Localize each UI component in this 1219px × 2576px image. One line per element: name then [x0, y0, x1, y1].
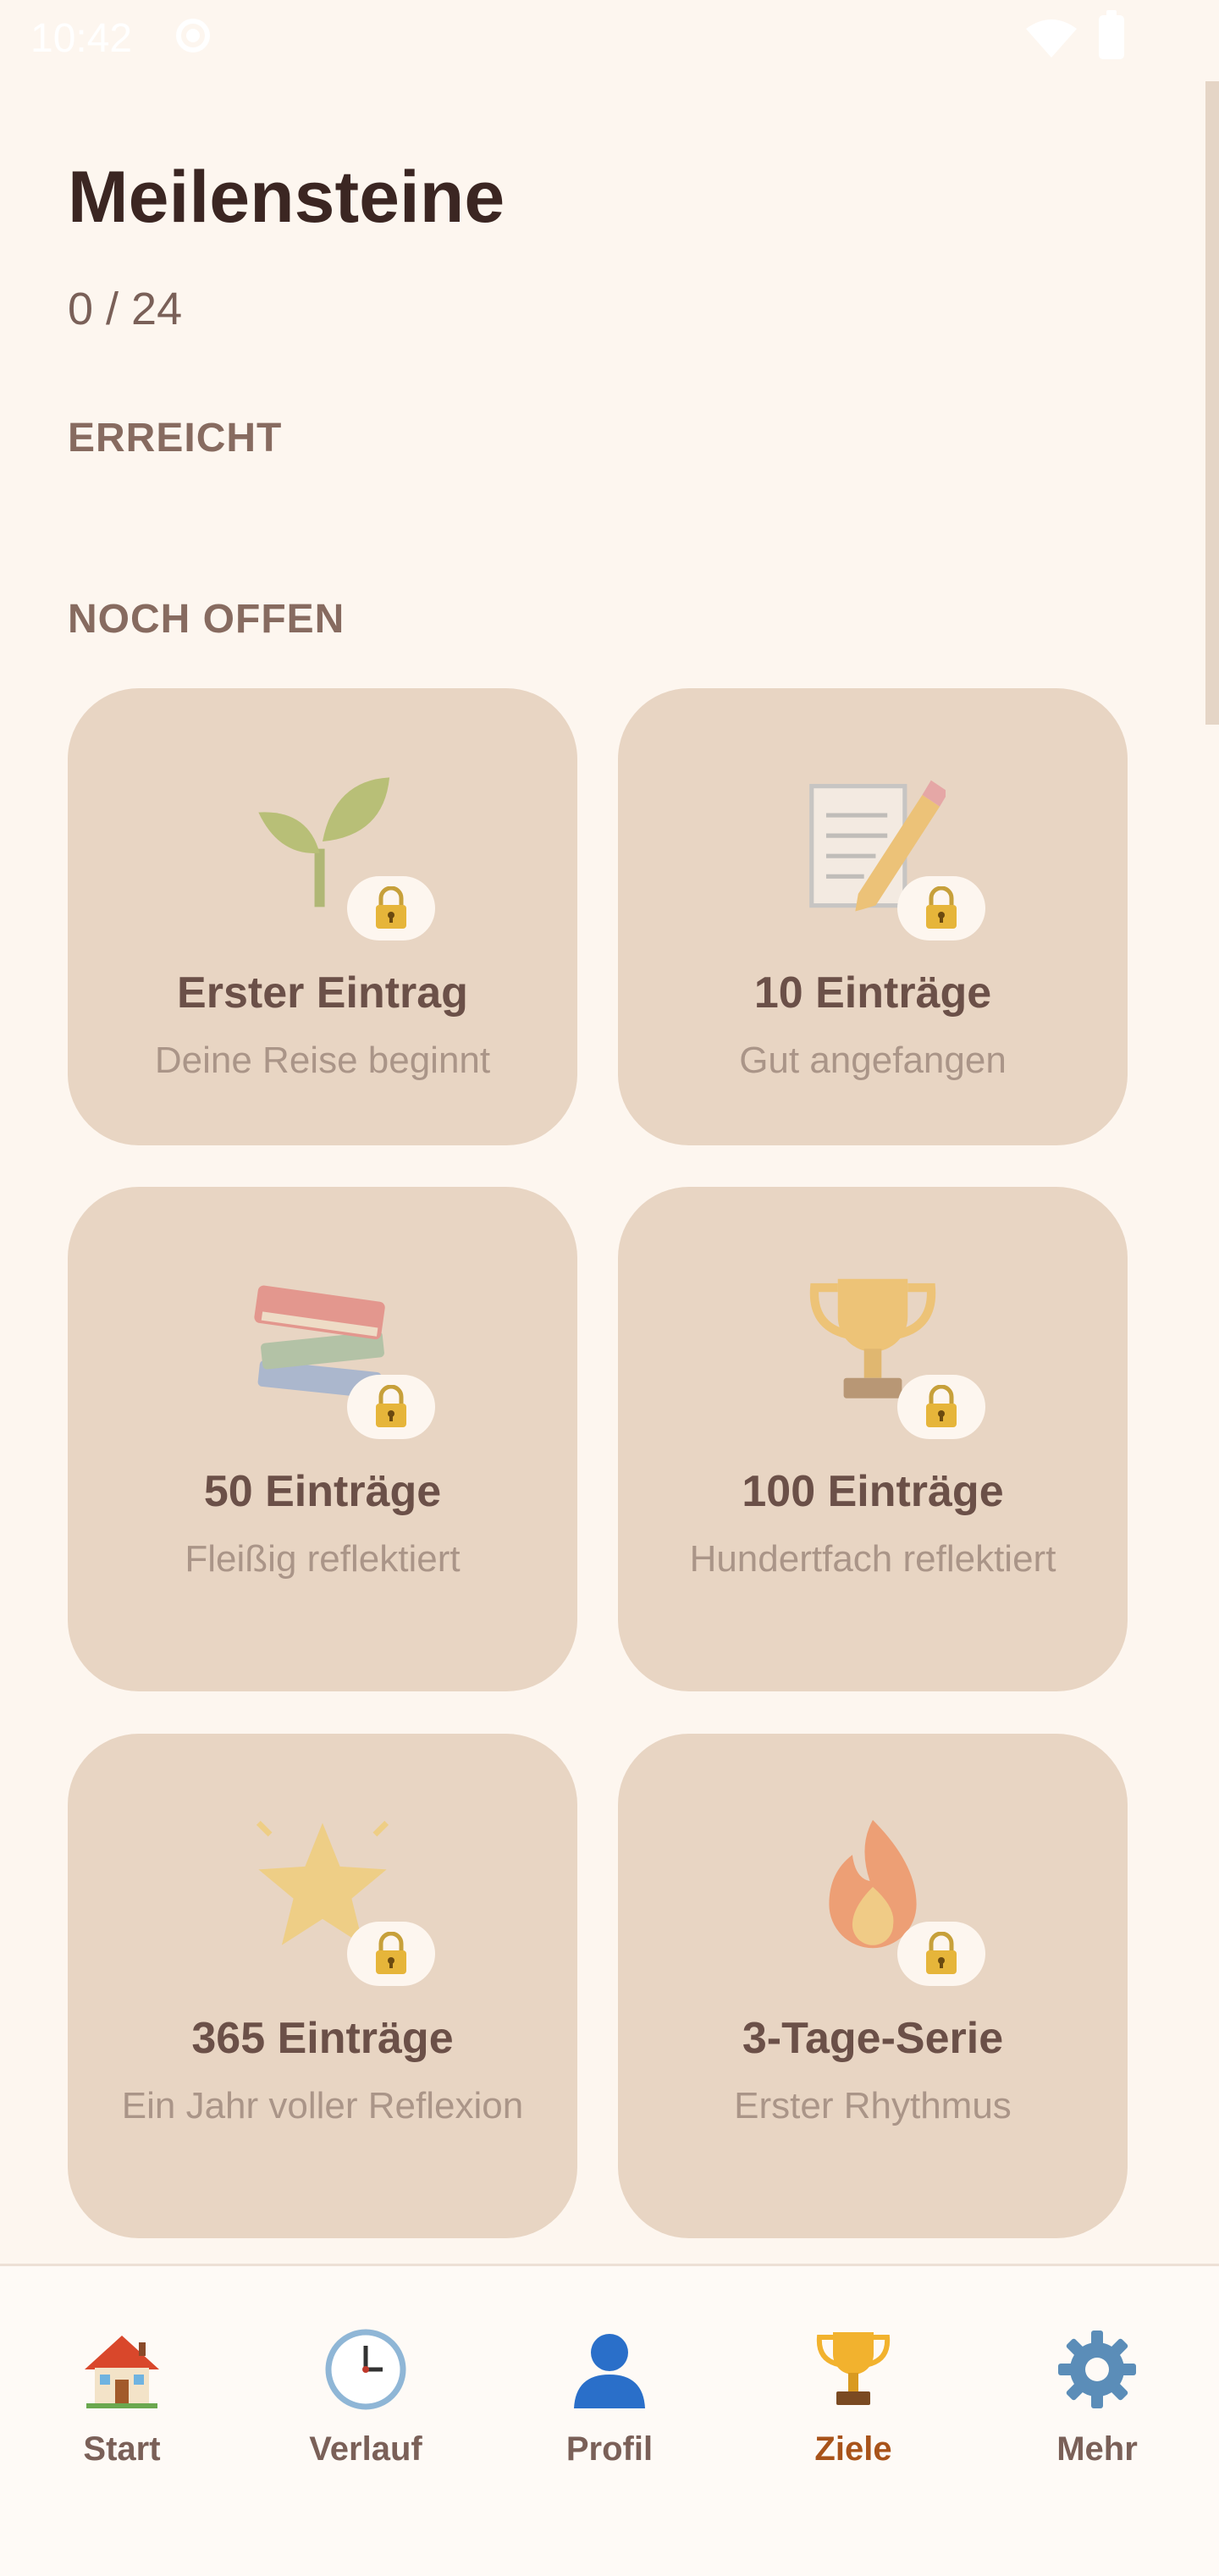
- sync-icon: [176, 19, 210, 52]
- lock-icon: [897, 876, 985, 940]
- milestone-title: Erster Eintrag: [177, 968, 468, 1018]
- page-title: Meilensteine: [68, 157, 505, 238]
- milestone-progress-count: 0 / 24: [68, 284, 183, 334]
- lock-icon: [347, 1375, 435, 1439]
- milestone-subtitle: Gut angefangen: [739, 1040, 1007, 1081]
- bottom-navigation: Start Verlauf Profil Ziele Mehr: [0, 2264, 1219, 2576]
- lock-icon: [897, 1922, 985, 1986]
- milestone-card[interactable]: 365 Einträge Ein Jahr voller Reflexion: [68, 1734, 577, 2238]
- gear-icon: [1055, 2327, 1139, 2412]
- milestone-card[interactable]: 3-Tage-Serie Erster Rhythmus: [618, 1734, 1128, 2238]
- milestone-card[interactable]: 100 Einträge Hundertfach reflektiert: [618, 1187, 1128, 1691]
- milestone-title: 10 Einträge: [753, 968, 992, 1018]
- nav-label: Verlauf: [309, 2430, 422, 2468]
- milestone-subtitle: Deine Reise beginnt: [154, 1040, 491, 1081]
- milestone-subtitle: Ein Jahr voller Reflexion: [121, 2085, 524, 2126]
- milestone-title: 3-Tage-Serie: [742, 2014, 1004, 2063]
- nav-item-start[interactable]: Start: [0, 2266, 244, 2478]
- trophy-icon: [811, 2327, 896, 2412]
- person-icon: [567, 2327, 652, 2412]
- nav-item-ziele[interactable]: Ziele: [731, 2266, 975, 2478]
- milestone-subtitle: Hundertfach reflektiert: [689, 1538, 1056, 1580]
- section-label-open: NOCH OFFEN: [68, 597, 345, 642]
- nav-label: Profil: [565, 2430, 654, 2468]
- section-label-achieved: ERREICHT: [68, 416, 283, 461]
- milestone-title: 50 Einträge: [203, 1467, 442, 1516]
- nav-label: Ziele: [814, 2430, 892, 2468]
- lock-icon: [347, 876, 435, 940]
- milestone-card[interactable]: 10 Einträge Gut angefangen: [618, 688, 1128, 1145]
- nav-item-mehr[interactable]: Mehr: [975, 2266, 1219, 2478]
- milestone-card[interactable]: 50 Einträge Fleißig reflektiert: [68, 1187, 577, 1691]
- battery-icon: [1099, 10, 1124, 59]
- nav-label: Mehr: [1056, 2430, 1138, 2468]
- nav-label: Start: [83, 2430, 161, 2468]
- milestone-title: 100 Einträge: [742, 1467, 1004, 1516]
- clock-icon: [323, 2327, 408, 2412]
- scrollbar[interactable]: [1205, 81, 1219, 725]
- wifi-icon: [1026, 19, 1077, 59]
- milestone-subtitle: Erster Rhythmus: [734, 2085, 1012, 2126]
- milestone-card[interactable]: Erster Eintrag Deine Reise beginnt: [68, 688, 577, 1145]
- milestone-subtitle: Fleißig reflektiert: [185, 1538, 461, 1580]
- nav-item-verlauf[interactable]: Verlauf: [244, 2266, 488, 2478]
- lock-icon: [347, 1922, 435, 1986]
- nav-item-profil[interactable]: Profil: [488, 2266, 731, 2478]
- status-bar: 10:42: [0, 0, 1219, 81]
- lock-icon: [897, 1375, 985, 1439]
- house-icon: [80, 2327, 164, 2412]
- status-time: 10:42: [30, 16, 133, 61]
- milestone-title: 365 Einträge: [191, 2014, 454, 2063]
